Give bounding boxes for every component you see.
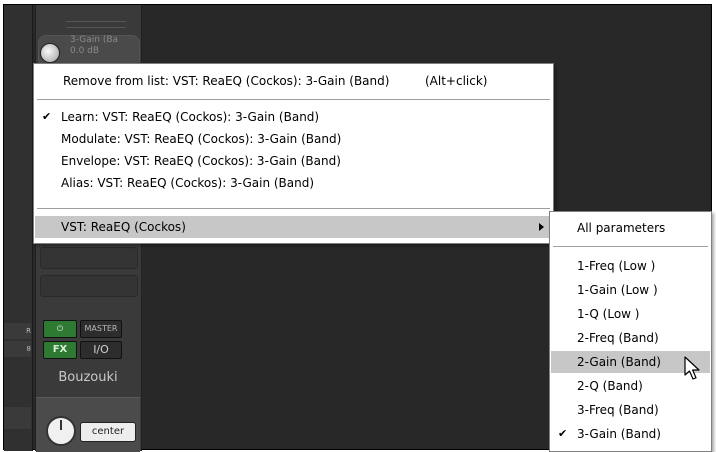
menu-separator	[553, 246, 708, 247]
menu-item-alias[interactable]: Alias: VST: ReaEQ (Cockos): 3-Gain (Band…	[35, 172, 552, 194]
divider	[66, 21, 126, 22]
menu-item-label: VST: ReaEQ (Cockos)	[61, 220, 186, 234]
menu-item-label: 3-Freq (Band)	[577, 403, 659, 417]
menu-item-learn[interactable]: ✔ Learn: VST: ReaEQ (Cockos): 3-Gain (Ba…	[35, 106, 552, 128]
menu-item-label: Remove from list: VST: ReaEQ (Cockos): 3…	[63, 74, 390, 88]
master-send-button[interactable]: MASTER	[80, 320, 122, 338]
parameter-submenu: All parameters 1-Freq (Low ) 1-Gain (Low …	[549, 211, 712, 452]
submenu-item-param[interactable]: 3-Freq (Band)	[551, 399, 710, 421]
divider	[66, 27, 126, 28]
menu-item-modulate[interactable]: Modulate: VST: ReaEQ (Cockos): 3-Gain (B…	[35, 128, 552, 150]
fx-button[interactable]: FX	[43, 341, 77, 359]
menu-item-label: 1-Q (Low )	[577, 307, 640, 321]
menu-item-remove[interactable]: Remove from list: VST: ReaEQ (Cockos): 3…	[35, 70, 552, 92]
track-name[interactable]: Bouzouki	[36, 370, 140, 385]
menu-item-label: Modulate: VST: ReaEQ (Cockos): 3-Gain (B…	[61, 132, 342, 146]
submenu-item-param[interactable]: 1-Q (Low )	[551, 303, 710, 325]
menu-item-label: Alias: VST: ReaEQ (Cockos): 3-Gain (Band…	[61, 176, 315, 190]
menu-item-shortcut: (Alt+click)	[425, 74, 488, 88]
submenu-item-param[interactable]: 2-Freq (Band)	[551, 327, 710, 349]
pan-section: center	[36, 397, 140, 452]
param-knob-icon[interactable]	[40, 43, 60, 63]
submenu-item-param[interactable]: ✔ 3-Gain (Band)	[551, 423, 710, 445]
menu-item-all-parameters[interactable]: All parameters	[551, 217, 710, 239]
menu-item-label: 1-Gain (Low )	[577, 283, 658, 297]
menu-item-envelope[interactable]: Envelope: VST: ReaEQ (Cockos): 3-Gain (B…	[35, 150, 552, 172]
io-button[interactable]: I/O	[80, 341, 122, 359]
menu-item-label: 2-Q (Band)	[577, 379, 643, 393]
pan-value[interactable]: center	[80, 422, 136, 442]
menu-separator	[37, 99, 550, 100]
menu-item-label: 1-Freq (Low )	[577, 259, 656, 273]
param-readout: 3-Gain (Ba 0.0 dB	[70, 35, 118, 57]
check-icon: ✔	[42, 110, 52, 123]
prev-track-strip: R 8	[4, 5, 33, 451]
fx-slot[interactable]	[40, 247, 138, 269]
menu-item-label: 2-Freq (Band)	[577, 331, 659, 345]
param-value: 0.0 dB	[70, 46, 100, 56]
prev-track-pan[interactable]	[4, 407, 31, 429]
mouse-pointer-icon	[684, 356, 700, 380]
prev-track-button[interactable]: 8	[4, 341, 31, 357]
menu-item-label: Envelope: VST: ReaEQ (Cockos): 3-Gain (B…	[61, 154, 341, 168]
menu-separator	[37, 208, 550, 209]
fx-power-button[interactable]: ⏻	[43, 320, 77, 338]
submenu-arrow-icon	[539, 223, 544, 231]
submenu-item-param[interactable]: 1-Freq (Low )	[551, 255, 710, 277]
menu-item-label: Learn: VST: ReaEQ (Cockos): 3-Gain (Band…	[61, 110, 320, 124]
prev-track-button[interactable]: R	[4, 323, 31, 339]
menu-item-label: All parameters	[577, 221, 666, 235]
menu-item-label: 2-Gain (Band)	[577, 355, 661, 369]
check-icon: ✔	[558, 427, 568, 440]
menu-item-label: 3-Gain (Band)	[577, 427, 661, 441]
param-name: 3-Gain (Ba	[70, 35, 119, 45]
fx-slot[interactable]	[40, 275, 138, 297]
menu-item-plugin-submenu[interactable]: VST: ReaEQ (Cockos)	[35, 216, 552, 238]
submenu-item-param[interactable]: 1-Gain (Low )	[551, 279, 710, 301]
pan-knob-icon[interactable]	[46, 416, 76, 446]
parameter-context-menu: Remove from list: VST: ReaEQ (Cockos): 3…	[33, 63, 554, 244]
